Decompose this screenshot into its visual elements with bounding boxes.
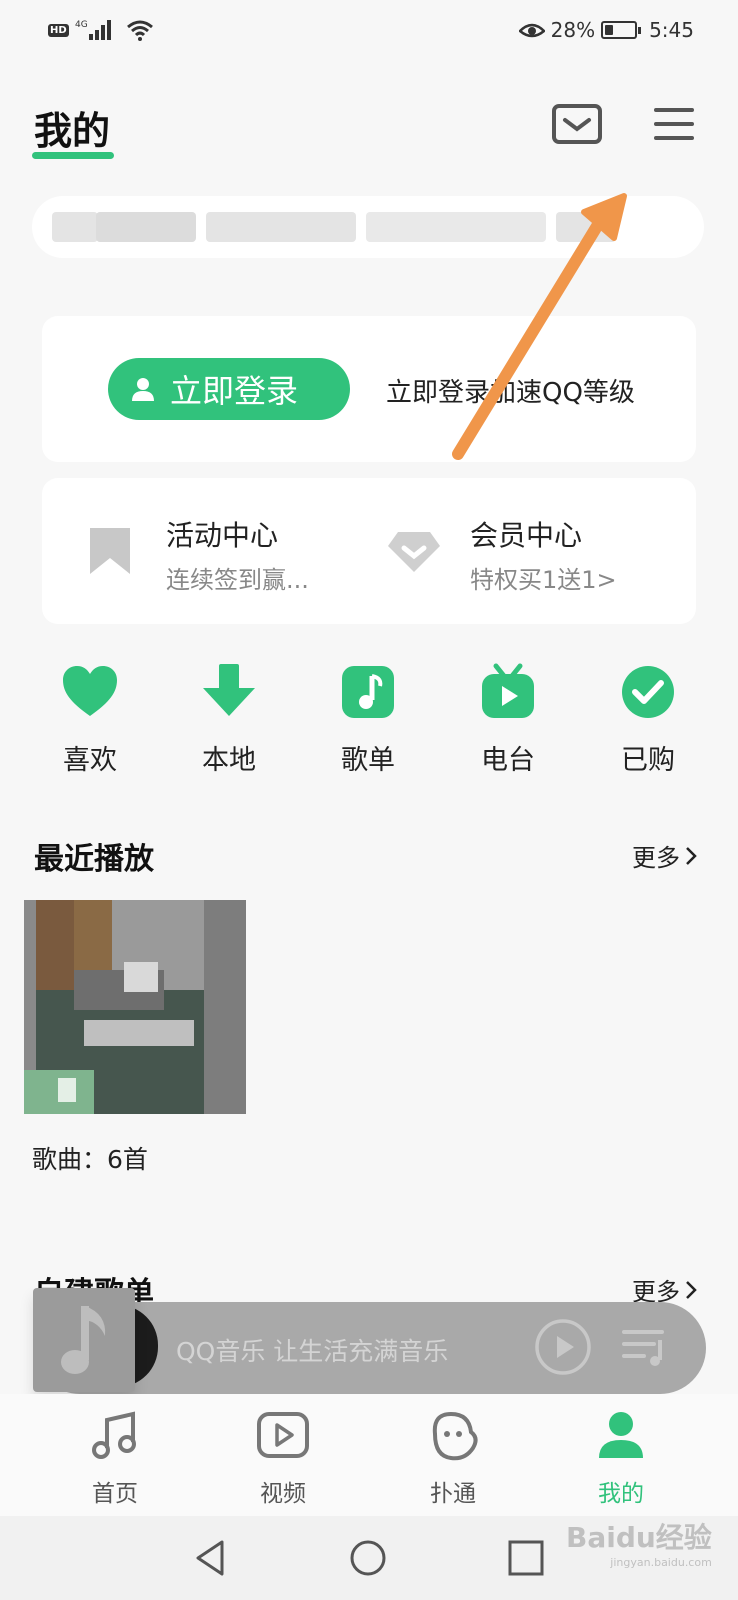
- tab-label: 视频: [260, 1481, 306, 1507]
- battery-icon: [601, 21, 642, 39]
- quick-action-like[interactable]: 喜欢: [40, 662, 140, 777]
- activity-center[interactable]: 活动中心 连续签到赢...: [42, 478, 368, 624]
- clock: 5:45: [649, 18, 694, 42]
- title-underline: [32, 152, 114, 159]
- watermark-url: jingyan.baidu.com: [610, 1556, 712, 1569]
- player-cover[interactable]: [33, 1288, 135, 1392]
- blurred-content: [206, 212, 356, 242]
- blurred-content: [52, 212, 98, 242]
- baidu-watermark: Baidu经验 jingyan.baidu.com: [566, 1516, 712, 1569]
- playlist-icon[interactable]: [622, 1326, 668, 1368]
- tab-home[interactable]: 首页: [60, 1408, 170, 1508]
- quick-action-radio[interactable]: 电台: [458, 662, 558, 777]
- quick-action-label: 歌单: [341, 745, 395, 776]
- chevron-right-icon: [686, 846, 697, 865]
- login-button-label: 立即登录: [170, 372, 299, 410]
- member-center[interactable]: 会员中心 特权买1送1>: [368, 478, 696, 624]
- wifi-icon: [126, 20, 153, 41]
- heart-icon: [63, 666, 117, 716]
- quick-action-label: 本地: [202, 745, 256, 776]
- tab-mine[interactable]: 我的: [566, 1408, 676, 1508]
- login-hint: 立即登录加速QQ等级: [386, 378, 635, 408]
- bottom-tab-bar: 首页 视频 扑通 我的: [0, 1394, 738, 1516]
- player-song-text: QQ音乐 让生活充满音乐: [176, 1337, 449, 1366]
- tab-label: 扑通: [430, 1481, 476, 1507]
- check-icon: [622, 666, 674, 718]
- album-artwork: [24, 900, 246, 1114]
- user-icon: [132, 378, 154, 401]
- center-card: 活动中心 连续签到赢... 会员中心 特权买1送1>: [42, 478, 696, 624]
- music-note-icon: [61, 1306, 106, 1374]
- network-type: 4G: [75, 20, 88, 30]
- person-icon: [599, 1412, 643, 1458]
- menu-icon[interactable]: [652, 102, 696, 146]
- message-icon[interactable]: [552, 104, 602, 144]
- video-icon: [257, 1412, 309, 1458]
- login-button[interactable]: 立即登录: [108, 358, 350, 420]
- login-card: 立即登录 立即登录加速QQ等级: [42, 316, 696, 462]
- blurred-content: [96, 212, 196, 242]
- battery-level-fill: [605, 25, 614, 35]
- activity-center-subtitle: 连续签到赢...: [166, 566, 309, 594]
- recent-more-link[interactable]: 更多: [632, 838, 698, 873]
- quick-action-label: 电台: [481, 745, 535, 776]
- home-icon[interactable]: [346, 1536, 390, 1580]
- hd-badge: HD: [48, 23, 69, 37]
- music-note-icon: [342, 666, 394, 718]
- chevron-right-icon: [686, 1280, 697, 1299]
- cellular-signal-icon: 4G: [75, 20, 111, 40]
- quick-action-label: 已购: [621, 745, 675, 776]
- recents-icon[interactable]: [504, 1536, 548, 1580]
- page-title: 我的: [34, 109, 111, 153]
- play-icon[interactable]: [534, 1318, 592, 1376]
- activity-center-title: 活动中心: [166, 519, 279, 552]
- diamond-icon: [388, 532, 440, 572]
- face-icon: [432, 1411, 478, 1461]
- eye-comfort-icon: [518, 23, 545, 38]
- music-icon: [92, 1411, 136, 1459]
- album-cover[interactable]: [24, 900, 246, 1114]
- page-header: 我的: [0, 90, 738, 170]
- tab-label: 我的: [598, 1481, 644, 1507]
- member-center-subtitle: 特权买1送1>: [470, 566, 617, 594]
- quick-action-playlist[interactable]: 歌单: [318, 662, 418, 777]
- blurred-content: [366, 212, 546, 242]
- download-icon: [203, 664, 255, 716]
- quick-action-local[interactable]: 本地: [179, 662, 279, 777]
- back-icon[interactable]: [190, 1536, 234, 1580]
- status-bar: HD 4G 28% 5:45: [0, 0, 738, 64]
- bookmark-icon: [90, 528, 130, 574]
- tab-label: 首页: [92, 1481, 138, 1507]
- more-label: 更多: [632, 844, 680, 872]
- search-bar[interactable]: [32, 196, 704, 258]
- album-caption: 歌曲：6首: [32, 1145, 148, 1174]
- tab-video[interactable]: 视频: [228, 1408, 338, 1508]
- tab-putong[interactable]: 扑通: [398, 1408, 508, 1508]
- battery-percent: 28%: [550, 18, 596, 42]
- tv-icon: [482, 663, 534, 718]
- blurred-content: [556, 212, 616, 242]
- watermark-text: Baidu经验: [566, 1521, 712, 1554]
- quick-action-purchased[interactable]: 已购: [598, 662, 698, 777]
- quick-action-label: 喜欢: [63, 745, 117, 776]
- recent-section-title: 最近播放: [34, 842, 154, 877]
- member-center-title: 会员中心: [470, 519, 583, 552]
